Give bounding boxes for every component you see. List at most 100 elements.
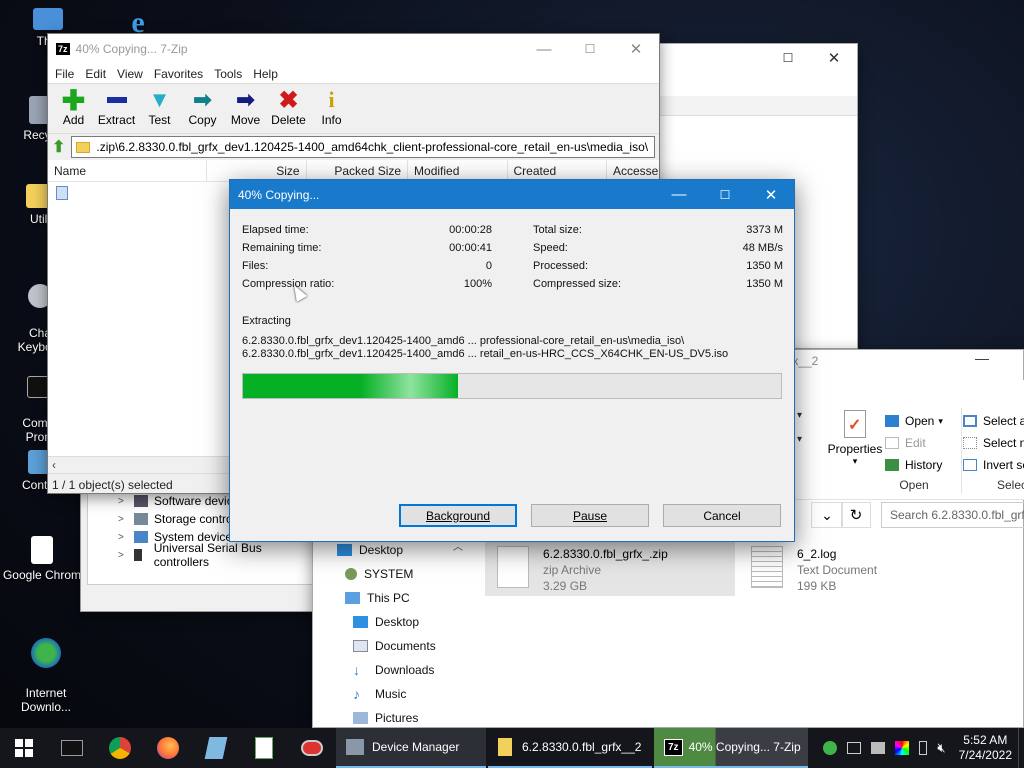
desktop-icon-chrome-file[interactable]: Google Chrom [2, 536, 82, 582]
cancel-button[interactable]: Cancel [663, 504, 781, 527]
desktop-icon-idm[interactable]: Internet Downlo... [6, 624, 86, 714]
minimize-icon[interactable]: — [975, 350, 989, 366]
file-tile-zip[interactable]: 6.2.8330.0.fbl_grfx_.zip zip Archive 3.2… [485, 542, 735, 596]
column-modified[interactable]: Modified [408, 160, 508, 181]
music-icon: ♪ [353, 686, 360, 702]
column-name[interactable]: Name [48, 160, 208, 181]
chevron-right-icon[interactable]: > [118, 550, 124, 561]
invert-selection-button[interactable]: Invert se [963, 454, 1024, 476]
chevron-right-icon[interactable]: > [118, 514, 124, 525]
search-input[interactable]: Search 6.2.8330.0.fbl_grfx_ [881, 502, 1024, 528]
clock-time: 5:52 AM [963, 733, 1008, 747]
user-icon [345, 568, 357, 580]
nav-item-desktop-2[interactable]: Desktop [313, 610, 473, 634]
maximize-icon[interactable]: ☐ [702, 180, 748, 209]
taskbar-cmd[interactable] [48, 728, 96, 768]
menu-bar: File Edit View Favorites Tools Help [48, 64, 659, 84]
list-item[interactable] [56, 186, 68, 200]
clock[interactable]: 5:52 AM 7/24/2022 [959, 733, 1012, 763]
add-button[interactable]: ✚ Add [52, 85, 95, 130]
menu-tools[interactable]: Tools [214, 67, 242, 81]
menu-favorites[interactable]: Favorites [154, 67, 203, 81]
chevron-down-icon[interactable]: ▾ [797, 410, 802, 421]
task-device-manager[interactable]: Device Manager [336, 728, 486, 768]
nav-item-pictures[interactable]: Pictures [313, 706, 473, 730]
desktop-icon [353, 616, 368, 628]
up-folder-icon[interactable]: ⬆ [52, 137, 65, 157]
menu-help[interactable]: Help [253, 67, 278, 81]
menu-view[interactable]: View [117, 67, 143, 81]
stat-processed: Processed: 1350 M [533, 260, 783, 272]
storage-icon [134, 513, 148, 525]
nav-item-system[interactable]: SYSTEM [313, 562, 473, 586]
task-7zip[interactable]: 7z 40% Copying... 7-Zip [654, 728, 808, 768]
taskbar-app[interactable] [288, 728, 336, 768]
background-button[interactable]: Background [399, 504, 517, 527]
history-button[interactable]: History [885, 454, 943, 476]
taskbar-notepad[interactable] [192, 728, 240, 768]
close-icon[interactable]: ✕ [811, 44, 857, 72]
network-tray-icon[interactable] [847, 742, 862, 754]
column-created[interactable]: Created [508, 160, 607, 181]
close-icon[interactable]: ✕ [748, 180, 794, 209]
toolbar: ✚ Add Extract ▼ Test ➡ Copy ➡ Move ✖ Del… [48, 84, 659, 134]
move-button[interactable]: ➡ Move [224, 87, 267, 130]
minimize-icon[interactable]: — [656, 180, 702, 209]
pause-button[interactable]: Pause [531, 504, 649, 527]
history-icon [885, 459, 899, 471]
taskbar-spreadsheet[interactable] [240, 728, 288, 768]
idm-tray-icon[interactable] [823, 741, 838, 755]
copy-button[interactable]: ➡ Copy [181, 87, 224, 130]
file-tile-log[interactable]: 6_2.log Text Document 199 KB [751, 542, 1001, 596]
column-accessed[interactable]: Accesse [607, 160, 659, 181]
task-explorer[interactable]: 6.2.8330.0.fbl_grfx__2 [488, 728, 652, 768]
properties-icon: ✓ [844, 410, 866, 438]
column-packed-size[interactable]: Packed Size [307, 160, 409, 181]
info-button[interactable]: i Info [310, 87, 353, 130]
close-icon[interactable]: ✕ [613, 34, 659, 64]
edit-button[interactable]: Edit [885, 432, 943, 454]
select-all-button[interactable]: Select al [963, 410, 1024, 432]
app-icon [301, 740, 323, 756]
maximize-icon[interactable]: ☐ [765, 44, 811, 72]
firefox-icon [157, 737, 179, 759]
open-button[interactable]: Open ▾ [885, 410, 943, 432]
address-row: ⬆ .zip\6.2.8330.0.fbl_grfx_dev1.120425-1… [48, 134, 659, 160]
chevron-down-icon[interactable]: ▾ [797, 434, 802, 445]
color-tray-icon[interactable] [895, 741, 910, 755]
stat-compressed-size: Compressed size: 1350 M [533, 278, 783, 290]
stat-files: Files: 0 [242, 260, 492, 272]
volume-muted-icon[interactable]: 🔇︎ [937, 740, 945, 756]
chevron-right-icon[interactable]: > [118, 496, 124, 507]
properties-button[interactable]: ✓ Properties ▾ [827, 410, 883, 467]
nav-item-this-pc[interactable]: This PC [313, 586, 473, 610]
delete-button[interactable]: ✖ Delete [267, 87, 310, 130]
menu-file[interactable]: File [55, 67, 74, 81]
scroll-left-icon[interactable]: ‹ [48, 458, 60, 472]
select-none-button[interactable]: Select no [963, 432, 1024, 454]
progress-fill [243, 374, 459, 398]
maximize-icon[interactable]: ☐ [567, 34, 613, 64]
taskbar-firefox[interactable] [144, 728, 192, 768]
menu-edit[interactable]: Edit [85, 67, 106, 81]
dialog-title: 40% Copying... [238, 187, 320, 202]
refresh-icon[interactable]: ↻ [841, 502, 871, 528]
taskbar-chrome[interactable] [96, 728, 144, 768]
windows-logo-icon [15, 739, 33, 757]
address-field[interactable]: .zip\6.2.8330.0.fbl_grfx_dev1.120425-140… [71, 136, 655, 158]
start-button[interactable] [0, 728, 48, 768]
column-size[interactable]: Size [207, 160, 307, 181]
chevron-right-icon[interactable]: > [118, 532, 124, 543]
nav-item-music[interactable]: ♪ Music [313, 682, 473, 706]
extract-button[interactable]: Extract [95, 87, 138, 130]
nav-item-documents[interactable]: Documents [313, 634, 473, 658]
nav-item-downloads[interactable]: ↓ Downloads [313, 658, 473, 682]
usb-tray-icon[interactable] [919, 741, 928, 755]
display-tray-icon[interactable] [871, 742, 886, 754]
minimize-icon[interactable]: — [521, 34, 567, 64]
tree-item-usb[interactable]: > Universal Serial Bus controllers [88, 541, 314, 569]
test-button[interactable]: ▼ Test [138, 87, 181, 130]
chevron-down-icon[interactable]: ⌄ [648, 140, 655, 154]
show-desktop-button[interactable] [1018, 728, 1024, 768]
address-dropdown-icon[interactable]: ⌄ [811, 502, 843, 528]
